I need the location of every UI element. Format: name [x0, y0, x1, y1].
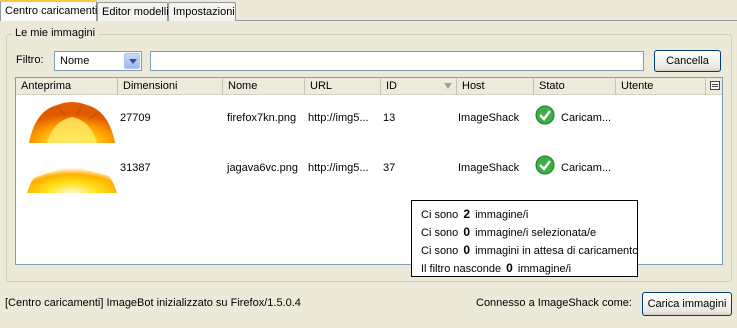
cell-url[interactable]: http://img5... [308, 112, 369, 124]
group-title: Le mie immagini [12, 27, 99, 39]
column-header-url[interactable]: URL [305, 78, 381, 95]
status-message: [Centro caricamenti] ImageBot inizializz… [5, 297, 301, 309]
cell-id: 37 [383, 162, 396, 174]
check-icon [535, 155, 555, 175]
filter-field-select[interactable]: Nome [54, 51, 142, 71]
cell-host: ImageShack [458, 162, 520, 174]
upload-images-button[interactable]: Carica immagini [642, 292, 732, 316]
tooltip-text: Il filtro nasconde [421, 263, 502, 275]
tooltip-text: immagine/i selezionata/e [475, 227, 597, 239]
tooltip-text: immagine/i [475, 209, 529, 221]
tooltip-line: Ci sono 0 immagini in attesa di caricame… [421, 241, 638, 259]
tooltip-count: 0 [463, 225, 471, 239]
tooltip-count: 2 [463, 207, 471, 221]
tooltip-text: immagine/i [517, 263, 572, 275]
column-header-name[interactable]: Nome [223, 78, 305, 95]
tooltip-line: Ci sono 2 immagine/i [421, 205, 628, 223]
filter-input[interactable] [150, 51, 644, 71]
filter-field-value: Nome [60, 55, 90, 67]
tooltip-text: Ci sono [421, 245, 459, 257]
column-header-status[interactable]: Stato [534, 78, 616, 95]
tooltip-text: immagini in attesa di caricamento [475, 245, 639, 257]
tooltip-count: 0 [506, 261, 513, 275]
connection-label: Connesso a ImageShack come: [476, 297, 632, 309]
column-header-preview[interactable]: Anteprima [16, 78, 118, 95]
tab-settings[interactable]: Impostazioni [168, 2, 236, 21]
cell-id: 13 [383, 112, 396, 124]
check-icon [535, 105, 555, 125]
sort-descending-icon [444, 83, 452, 89]
cell-host: ImageShack [458, 112, 520, 124]
status-bar: [Centro caricamenti] ImageBot inizializz… [0, 289, 737, 328]
cell-name: jagava6vc.png [227, 162, 298, 174]
tooltip-count: 0 [463, 243, 471, 257]
table-header: Anteprima Dimensioni Nome URL ID Host St… [16, 78, 722, 95]
cell-status: Caricam... [561, 162, 612, 174]
table-row[interactable]: 31387 jagava6vc.png http://img5... 37 Im… [16, 145, 722, 195]
cell-url[interactable]: http://img5... [308, 162, 369, 174]
tab-bar: Centro caricamenti Editor modelli Impost… [0, 0, 737, 21]
table-row[interactable]: 27709 firefox7kn.png http://img5... 13 I… [16, 95, 722, 145]
tooltip-text: Ci sono [421, 227, 459, 239]
tab-upload-center[interactable]: Centro caricamenti [0, 0, 97, 21]
tooltip-line: Il filtro nasconde 0 immagine/i [421, 259, 628, 277]
filter-label: Filtro: [16, 54, 44, 66]
column-picker-icon[interactable] [710, 81, 720, 90]
cell-size: 31387 [120, 162, 151, 174]
cancel-button[interactable]: Cancella [654, 50, 721, 72]
cell-status: Caricam... [561, 112, 612, 124]
cell-name: firefox7kn.png [227, 112, 297, 124]
tooltip-text: Ci sono [421, 209, 459, 221]
column-header-size[interactable]: Dimensioni [118, 78, 223, 95]
column-header-user[interactable]: Utente [616, 78, 706, 95]
image-thumbnail [27, 99, 117, 143]
column-header-host[interactable]: Host [457, 78, 534, 95]
tab-template-editor[interactable]: Editor modelli [97, 2, 169, 21]
summary-tooltip: Ci sono 2 immagine/i Ci sono 0 immagine/… [411, 200, 638, 277]
chevron-down-icon[interactable] [124, 53, 140, 69]
tooltip-line: Ci sono 0 immagine/i selezionata/e [421, 223, 628, 241]
cell-size: 27709 [120, 112, 151, 124]
image-thumbnail [27, 149, 117, 193]
